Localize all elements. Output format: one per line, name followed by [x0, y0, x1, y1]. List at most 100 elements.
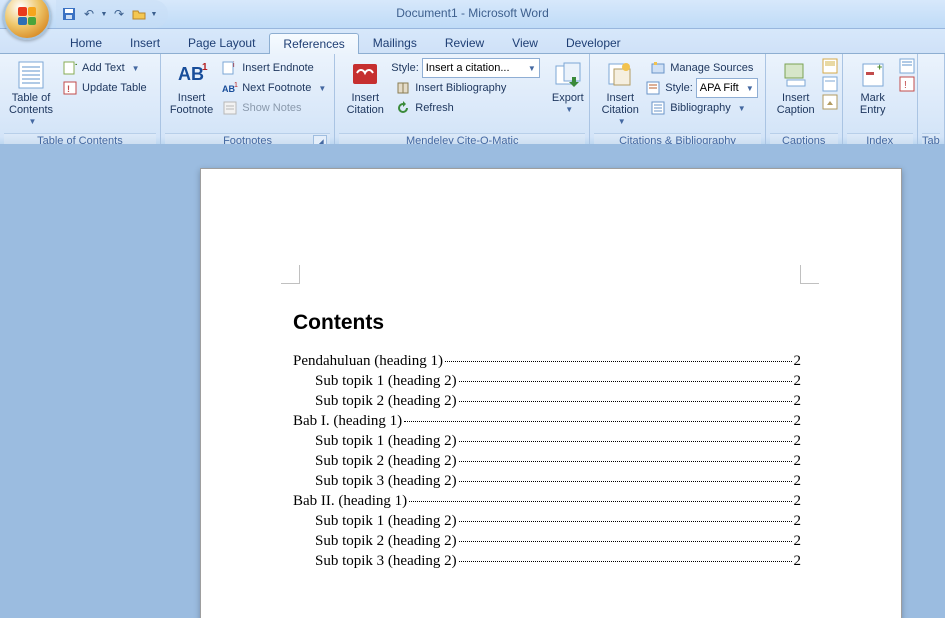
undo-dropdown[interactable]: ▼ — [100, 5, 108, 23]
export-icon — [552, 59, 584, 91]
qat-customize-dropdown[interactable]: ▼ — [150, 5, 158, 23]
toc-leader — [459, 441, 792, 442]
open-icon[interactable] — [130, 5, 148, 23]
tab-view[interactable]: View — [498, 32, 552, 53]
svg-text:AB: AB — [178, 64, 204, 84]
ribbon: Table of Contents ▼ + Add Text▼ ! Update… — [0, 54, 945, 147]
page[interactable]: Contents Pendahuluan (heading 1)2Sub top… — [200, 168, 902, 618]
office-logo-icon — [18, 7, 36, 25]
mendeley-insert-bibliography-button[interactable]: Insert Bibliography — [391, 78, 540, 98]
label: Next Footnote — [242, 82, 311, 94]
show-notes-button[interactable]: Show Notes — [218, 98, 330, 118]
undo-icon[interactable]: ↶ — [80, 5, 98, 23]
toc-page: 2 — [794, 373, 802, 390]
manage-sources-button[interactable]: Manage Sources — [646, 58, 758, 78]
mendeley-style-combo[interactable]: Insert a citation... ▼ — [422, 58, 540, 78]
bibliography-icon — [650, 100, 666, 116]
toc-text: Sub topik 2 (heading 2) — [315, 453, 457, 470]
document-content[interactable]: Contents Pendahuluan (heading 1)2Sub top… — [293, 311, 801, 573]
toc-text: Sub topik 2 (heading 2) — [315, 533, 457, 550]
toc-entry[interactable]: Sub topik 1 (heading 2)2 — [293, 373, 801, 390]
toc-page: 2 — [794, 453, 802, 470]
update-table-button[interactable]: ! Update Table — [58, 78, 151, 98]
mendeley-export-button[interactable]: Export ▼ — [540, 56, 596, 117]
toc-text: Sub topik 3 (heading 2) — [315, 473, 457, 490]
tab-review[interactable]: Review — [431, 32, 498, 53]
mendeley-refresh-button[interactable]: Refresh — [391, 98, 540, 118]
toc-icon — [15, 59, 47, 91]
tab-mailings[interactable]: Mailings — [359, 32, 431, 53]
style-label: Style: — [665, 82, 693, 94]
mark-entry-button[interactable]: + Mark Entry — [847, 56, 899, 119]
update-table-icon: ! — [62, 80, 78, 96]
insert-footnote-button[interactable]: AB1 Insert Footnote — [165, 56, 218, 119]
toc-entry[interactable]: Sub topik 1 (heading 2)2 — [293, 433, 801, 450]
label: Table of Contents — [9, 92, 53, 116]
label: Insert Caption — [777, 92, 815, 116]
manage-sources-icon — [650, 60, 666, 76]
toc-page: 2 — [794, 513, 802, 530]
title-bar: ↶ ▼ ↷ ▼ Document1 - Microsoft Word — [0, 0, 945, 29]
toc-entry[interactable]: Sub topik 1 (heading 2)2 — [293, 513, 801, 530]
next-footnote-button[interactable]: AB1 Next Footnote▼ — [218, 78, 330, 98]
toc-text: Sub topik 2 (heading 2) — [315, 393, 457, 410]
endnote-icon: i — [222, 60, 238, 76]
chevron-down-icon: ▼ — [132, 64, 140, 73]
add-text-button[interactable]: + Add Text▼ — [58, 58, 151, 78]
index-opt2-icon[interactable]: ! — [899, 76, 915, 92]
save-icon[interactable] — [60, 5, 78, 23]
toc-entry[interactable]: Sub topik 2 (heading 2) 2 — [293, 393, 801, 410]
toc-leader — [409, 501, 791, 502]
insert-caption-button[interactable]: Insert Caption — [770, 56, 822, 119]
toc-leader — [459, 521, 792, 522]
toc-leader — [459, 481, 792, 482]
caption-opt2-icon[interactable] — [822, 76, 838, 92]
tab-references[interactable]: References — [269, 33, 358, 54]
insert-citation-button[interactable]: Insert Citation ▼ — [594, 56, 646, 129]
style-icon — [646, 81, 662, 95]
label: Update Table — [82, 82, 147, 94]
caption-opt3-icon[interactable] — [822, 94, 838, 110]
tab-insert[interactable]: Insert — [116, 32, 174, 53]
bibliography-button[interactable]: Bibliography▼ — [646, 98, 758, 118]
label: Manage Sources — [670, 62, 753, 74]
group-toa: Tab — [918, 54, 945, 148]
redo-icon[interactable]: ↷ — [110, 5, 128, 23]
combo-value: APA Fift — [700, 82, 739, 94]
toc-leader — [459, 461, 792, 462]
toc-page: 2 — [794, 393, 802, 410]
tab-home[interactable]: Home — [56, 32, 116, 53]
toc-entry[interactable]: Pendahuluan (heading 1)2 — [293, 353, 801, 370]
mendeley-insert-citation-button[interactable]: Insert Citation — [339, 56, 391, 119]
citation-icon — [604, 59, 636, 91]
next-footnote-icon: AB1 — [222, 80, 238, 96]
toc-entry[interactable]: Bab II. (heading 1)2 — [293, 493, 801, 510]
toc-entry[interactable]: Sub topik 3 (heading 2) 2 — [293, 553, 801, 570]
caption-opt1-icon[interactable] — [822, 58, 838, 74]
table-of-contents-button[interactable]: Table of Contents ▼ — [4, 56, 58, 129]
toc-entry[interactable]: Sub topik 2 (heading 2)2 — [293, 533, 801, 550]
tab-page-layout[interactable]: Page Layout — [174, 32, 269, 53]
toc-text: Sub topik 3 (heading 2) — [315, 553, 457, 570]
insert-endnote-button[interactable]: i Insert Endnote — [218, 58, 330, 78]
tab-developer[interactable]: Developer — [552, 32, 635, 53]
toc-leader — [459, 561, 792, 562]
label: Show Notes — [242, 102, 301, 114]
toc-text: Bab I. (heading 1) — [293, 413, 402, 430]
toc-entry[interactable]: Sub topik 2 (heading 2) 2 — [293, 453, 801, 470]
mendeley-icon — [349, 59, 381, 91]
svg-text:1: 1 — [202, 62, 208, 73]
document-area[interactable]: Contents Pendahuluan (heading 1)2Sub top… — [0, 144, 945, 618]
group-index: + Mark Entry ! Index — [843, 54, 918, 148]
label: Bibliography — [670, 102, 731, 114]
citation-style-combo[interactable]: APA Fift ▼ — [696, 78, 758, 98]
show-notes-icon — [222, 100, 238, 116]
toc-page: 2 — [794, 553, 802, 570]
toc-leader — [459, 381, 792, 382]
toc-page: 2 — [794, 353, 802, 370]
svg-text:+: + — [877, 62, 882, 72]
toc-entry[interactable]: Sub topik 3 (heading 2)2 — [293, 473, 801, 490]
index-opt1-icon[interactable] — [899, 58, 915, 74]
toc-entry[interactable]: Bab I. (heading 1)2 — [293, 413, 801, 430]
svg-text:+: + — [75, 61, 77, 71]
